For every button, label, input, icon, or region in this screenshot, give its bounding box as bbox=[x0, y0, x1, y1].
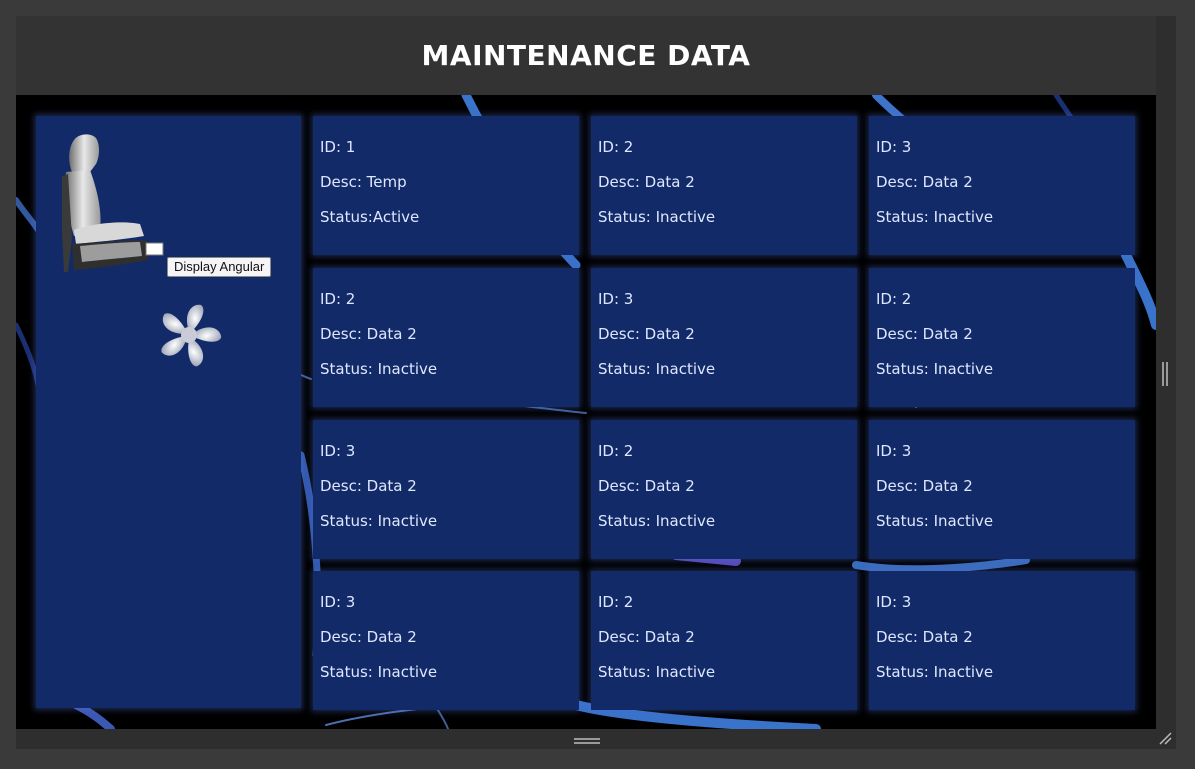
card-status: Status:Active bbox=[320, 208, 420, 226]
card-desc: Desc: Data 2 bbox=[876, 628, 973, 646]
card-status: Status: Inactive bbox=[876, 663, 994, 681]
card-desc: Desc: Data 2 bbox=[598, 325, 695, 343]
card-id: ID: 2 bbox=[598, 138, 634, 156]
card-id: ID: 2 bbox=[598, 593, 634, 611]
card-status: Status: Inactive bbox=[320, 663, 438, 681]
card-status: Status: Inactive bbox=[876, 360, 994, 378]
data-card[interactable]: ID: 3 Desc: Data 2 Status: Inactive bbox=[869, 116, 1135, 255]
card-id: ID: 3 bbox=[876, 138, 912, 156]
horizontal-grip-icon[interactable] bbox=[574, 737, 600, 745]
card-desc: Desc: Temp bbox=[320, 173, 407, 191]
card-desc: Desc: Data 2 bbox=[598, 173, 695, 191]
data-card[interactable]: ID: 3 Desc: Data 2 Status: Inactive bbox=[591, 268, 857, 407]
card-desc: Desc: Data 2 bbox=[320, 325, 417, 343]
resize-corner-icon[interactable] bbox=[1158, 731, 1172, 745]
data-card[interactable]: ID: 2 Desc: Data 2 Status: Inactive bbox=[591, 420, 857, 559]
page-title: MAINTENANCE DATA bbox=[421, 39, 751, 72]
card-status: Status: Inactive bbox=[598, 663, 716, 681]
data-card[interactable]: ID: 3 Desc: Data 2 Status: Inactive bbox=[869, 571, 1135, 710]
aircraft-seat-icon[interactable] bbox=[60, 132, 165, 274]
card-desc: Desc: Data 2 bbox=[598, 628, 695, 646]
card-desc: Desc: Data 2 bbox=[876, 173, 973, 191]
data-card[interactable]: ID: 3 Desc: Data 2 Status: Inactive bbox=[313, 571, 579, 710]
fan-icon[interactable] bbox=[154, 300, 224, 370]
card-id: ID: 3 bbox=[876, 593, 912, 611]
data-card[interactable]: ID: 3 Desc: Data 2 Status: Inactive bbox=[313, 420, 579, 559]
card-id: ID: 3 bbox=[320, 442, 356, 460]
card-id: ID: 2 bbox=[320, 290, 356, 308]
card-status: Status: Inactive bbox=[320, 512, 438, 530]
card-status: Status: Inactive bbox=[598, 512, 716, 530]
card-id: ID: 3 bbox=[598, 290, 634, 308]
card-desc: Desc: Data 2 bbox=[320, 477, 417, 495]
card-status: Status: Inactive bbox=[320, 360, 438, 378]
data-card[interactable]: ID: 3 Desc: Data 2 Status: Inactive bbox=[869, 420, 1135, 559]
data-card[interactable]: ID: 2 Desc: Data 2 Status: Inactive bbox=[869, 268, 1135, 407]
vertical-grip-icon[interactable] bbox=[1162, 362, 1168, 386]
card-status: Status: Inactive bbox=[598, 360, 716, 378]
card-id: ID: 2 bbox=[876, 290, 912, 308]
card-status: Status: Inactive bbox=[876, 208, 994, 226]
data-card[interactable]: ID: 2 Desc: Data 2 Status: Inactive bbox=[313, 268, 579, 407]
card-desc: Desc: Data 2 bbox=[876, 325, 973, 343]
data-card[interactable]: ID: 1 Desc: Temp Status:Active bbox=[313, 116, 579, 255]
page-header: MAINTENANCE DATA bbox=[16, 16, 1156, 95]
card-desc: Desc: Data 2 bbox=[598, 477, 695, 495]
card-desc: Desc: Data 2 bbox=[876, 477, 973, 495]
display-angular-button[interactable]: Display Angular bbox=[167, 257, 272, 277]
data-card[interactable]: ID: 2 Desc: Data 2 Status: Inactive bbox=[591, 116, 857, 255]
card-status: Status: Inactive bbox=[876, 512, 994, 530]
card-id: ID: 1 bbox=[320, 138, 356, 156]
card-desc: Desc: Data 2 bbox=[320, 628, 417, 646]
card-id: ID: 2 bbox=[598, 442, 634, 460]
card-status: Status: Inactive bbox=[598, 208, 716, 226]
data-card[interactable]: ID: 2 Desc: Data 2 Status: Inactive bbox=[591, 571, 857, 710]
card-id: ID: 3 bbox=[876, 442, 912, 460]
card-id: ID: 3 bbox=[320, 593, 356, 611]
